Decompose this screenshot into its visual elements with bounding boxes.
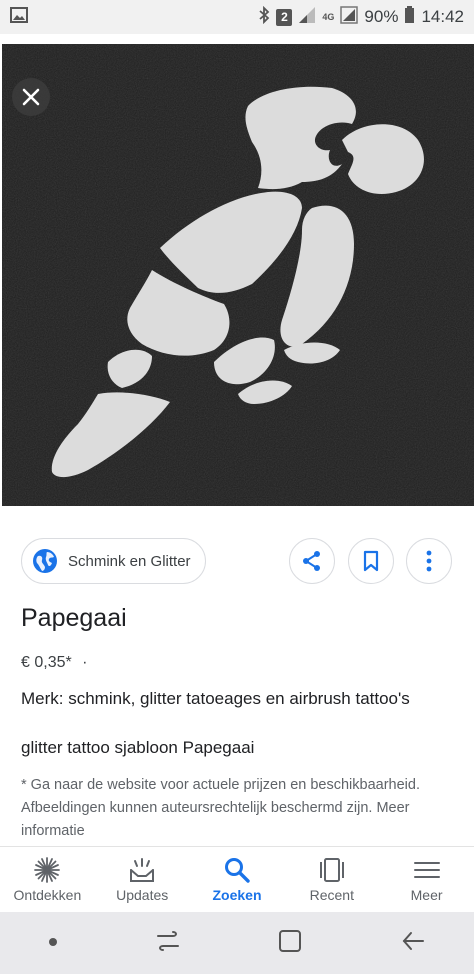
sim-badge: 2 — [276, 8, 293, 26]
nav-meer[interactable]: Meer — [379, 847, 474, 912]
recent-apps-button[interactable] — [155, 928, 181, 959]
back-arrow-icon — [402, 931, 424, 950]
nav-zoeken[interactable]: Zoeken — [190, 847, 285, 912]
bluetooth-icon — [258, 5, 270, 29]
more-options-button[interactable] — [406, 538, 452, 584]
recent-icon — [319, 858, 344, 882]
price-separator: · — [82, 654, 88, 671]
system-navigation-bar — [0, 912, 474, 974]
close-button[interactable] — [12, 78, 50, 116]
nav-label: Recent — [309, 887, 354, 903]
source-chip[interactable]: Schmink en Glitter — [21, 538, 206, 584]
clock: 14:42 — [421, 7, 464, 26]
result-title: Papegaai — [21, 604, 127, 632]
close-icon — [22, 88, 40, 106]
back-button[interactable] — [400, 928, 426, 959]
updates-icon — [130, 858, 155, 882]
image-notification-icon — [10, 6, 28, 28]
nav-updates[interactable]: Updates — [95, 847, 190, 912]
search-icon — [224, 858, 250, 883]
nav-label: Ontdekken — [13, 887, 82, 903]
disclaimer: * Ga naar de website voor actuele prijze… — [21, 777, 420, 839]
dot-icon[interactable] — [48, 934, 58, 952]
share-button[interactable] — [289, 538, 335, 584]
globe-icon — [33, 549, 57, 573]
nav-ontdekken[interactable]: Ontdekken — [0, 847, 95, 912]
description: glitter tattoo sjabloon Papegaai — [21, 738, 255, 757]
home-button[interactable] — [277, 928, 303, 959]
stencil-image — [2, 44, 474, 506]
home-icon — [279, 929, 302, 952]
signal-icon-2 — [340, 5, 359, 29]
bottom-navigation: Ontdekken Updates Zoeken Recent Meer — [0, 846, 474, 912]
battery-icon — [404, 5, 415, 29]
result-info-panel: Schmink en Glitter Papegaai € 0,35* · Me… — [0, 516, 474, 846]
price-line: € 0,35* · — [21, 654, 88, 672]
recent-apps-icon — [156, 930, 179, 951]
signal-icon — [298, 6, 316, 29]
menu-icon — [413, 862, 440, 878]
battery-label: 90% — [364, 7, 399, 26]
source-name: Schmink en Glitter — [68, 552, 191, 570]
price: € 0,35* — [21, 654, 72, 671]
share-icon — [303, 551, 320, 571]
nav-recent[interactable]: Recent — [284, 847, 379, 912]
bookmark-button[interactable] — [348, 538, 394, 584]
image-viewer[interactable] — [0, 34, 474, 516]
nav-label: Updates — [116, 887, 169, 903]
nav-label: Meer — [410, 887, 443, 903]
bookmark-icon — [363, 550, 379, 572]
more-vert-icon — [426, 550, 432, 572]
nav-label: Zoeken — [212, 887, 262, 903]
asterisk-icon — [34, 857, 61, 883]
status-bar: 2 4G 90% 14:42 — [0, 0, 474, 34]
brand-line: Merk: schmink, glitter tatoeages en airb… — [21, 689, 410, 708]
network-type: 4G — [322, 11, 335, 22]
